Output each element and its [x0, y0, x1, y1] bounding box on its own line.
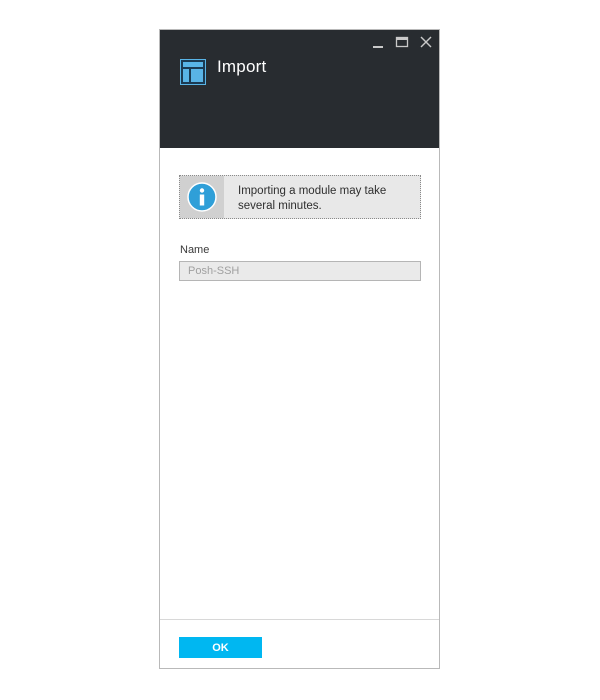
- name-label: Name: [180, 244, 210, 256]
- import-blade: Import Importing a module may take sever…: [159, 29, 440, 669]
- footer-divider: [160, 619, 439, 620]
- close-icon[interactable]: [419, 35, 433, 49]
- info-message: Importing a module may take several minu…: [238, 185, 387, 212]
- ok-button[interactable]: OK: [179, 637, 262, 658]
- blade-title: Import: [217, 57, 267, 76]
- info-icon: [187, 182, 217, 212]
- window-controls: [371, 35, 433, 49]
- module-blade-icon: [180, 59, 206, 85]
- info-icon-cell: [180, 176, 224, 218]
- name-input[interactable]: [179, 261, 421, 281]
- info-notice: Importing a module may take several minu…: [179, 175, 421, 219]
- minimize-icon[interactable]: [371, 35, 385, 49]
- blade-header: Import: [160, 30, 439, 148]
- maximize-icon[interactable]: [395, 35, 409, 49]
